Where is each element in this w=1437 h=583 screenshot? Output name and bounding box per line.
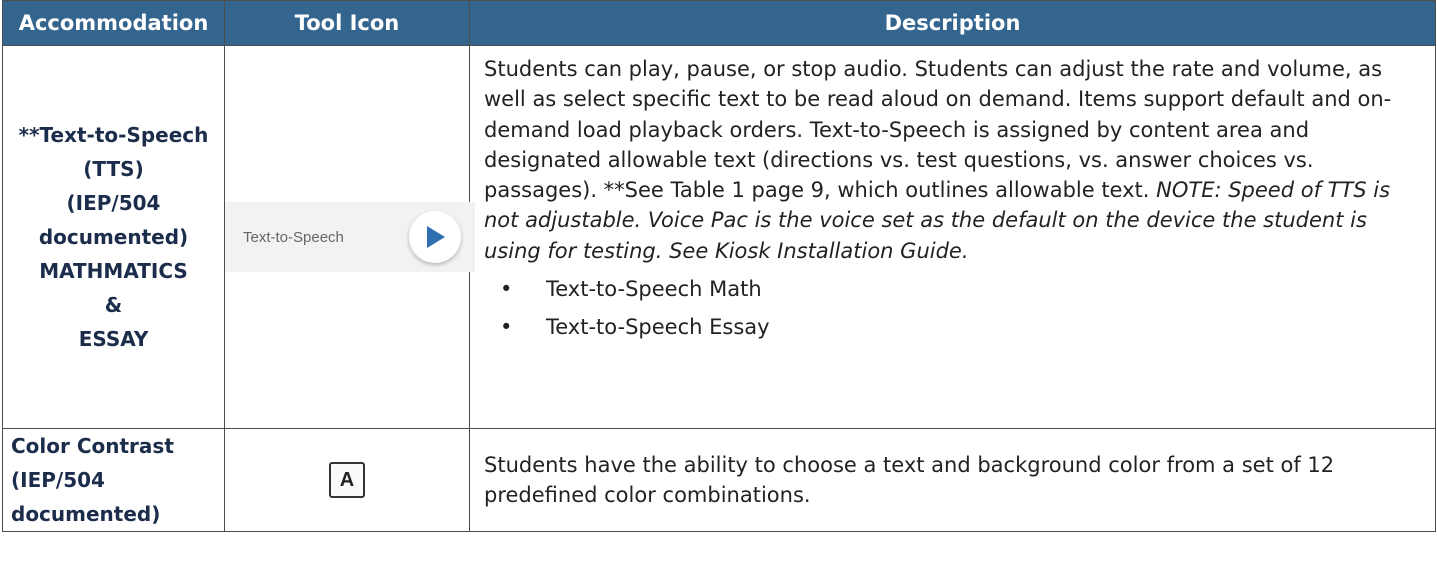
accommodation-title: Color Contrast <box>11 434 174 458</box>
accommodation-qualifier: (IEP/504 documented) <box>38 191 189 249</box>
list-item: Text-to-Speech Essay <box>500 308 1425 346</box>
header-accommodation: Accommodation <box>2 0 225 46</box>
accommodation-subject-essay: ESSAY <box>78 327 149 351</box>
description-text: Students have the ability to choose a te… <box>484 452 1335 507</box>
accommodation-subject-math: MATHMATICS <box>39 259 188 283</box>
table-header: Accommodation Tool Icon Description <box>2 0 1436 46</box>
header-row: Accommodation Tool Icon Description <box>2 0 1436 46</box>
accommodations-table: Accommodation Tool Icon Description **Te… <box>2 0 1436 532</box>
play-triangle-icon <box>427 226 445 248</box>
header-tool-icon: Tool Icon <box>224 0 470 46</box>
accommodation-qualifier: (IEP/504 documented) <box>11 468 161 526</box>
list-item: Text-to-Speech Math <box>500 270 1425 308</box>
accommodation-ampersand: & <box>104 293 123 317</box>
table-row-text-to-speech: **Text-to-Speech (TTS) (IEP/504 document… <box>2 45 1436 429</box>
tts-option-list: Text-to-Speech Math Text-to-Speech Essay <box>484 270 1425 346</box>
accommodation-cell-tts: **Text-to-Speech (TTS) (IEP/504 document… <box>2 45 225 429</box>
text-to-speech-widget[interactable]: Text-to-Speech <box>225 202 475 272</box>
tool-icon-cell-tts: Text-to-Speech <box>224 45 475 429</box>
table-row-color-contrast: Color Contrast (IEP/504 documented) A St… <box>2 428 1436 532</box>
description-cell-color-contrast: Students have the ability to choose a te… <box>469 428 1436 532</box>
text-to-speech-label: Text-to-Speech <box>243 228 344 246</box>
play-icon[interactable] <box>409 211 461 263</box>
tool-icon-cell-color-contrast: A <box>224 428 470 532</box>
accommodation-cell-color-contrast: Color Contrast (IEP/504 documented) <box>2 428 225 532</box>
accommodation-title: **Text-to-Speech (TTS) <box>18 123 209 181</box>
header-description: Description <box>469 0 1436 46</box>
description-cell-tts: Students can play, pause, or stop audio.… <box>469 45 1436 429</box>
color-contrast-icon[interactable]: A <box>329 462 365 498</box>
